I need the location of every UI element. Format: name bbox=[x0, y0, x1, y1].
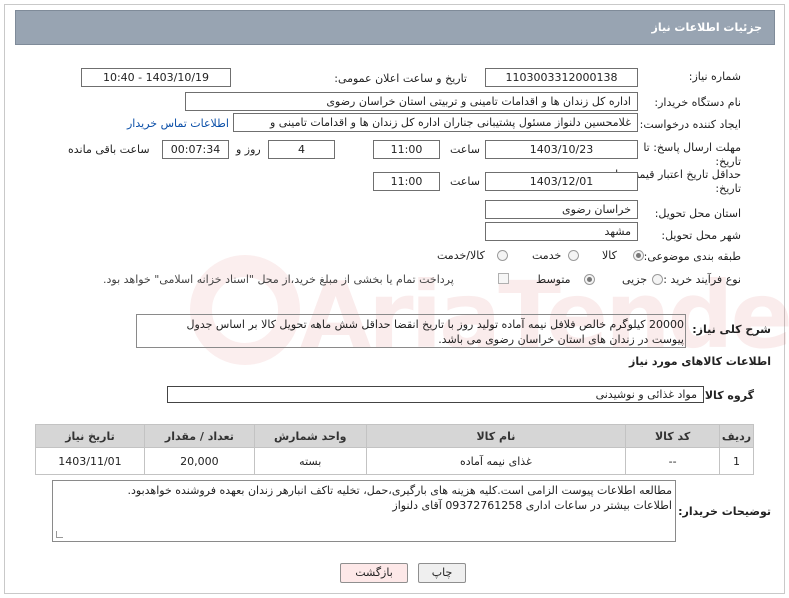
remaining-time-label: ساعت باقی مانده bbox=[68, 143, 150, 156]
goods-group-field: مواد غذائی و نوشیدنی bbox=[167, 386, 704, 403]
delivery-city-label: شهر محل تحویل: bbox=[661, 229, 741, 242]
back-button[interactable]: بازگشت bbox=[340, 563, 408, 583]
need-number-label: شماره نیاز: bbox=[688, 70, 741, 83]
table-row: 1 -- غذای نیمه آماده بسته 20,000 1403/11… bbox=[35, 447, 754, 475]
buyer-org-field[interactable]: اداره کل زندان ها و اقدامات تامینی و ترب… bbox=[185, 92, 638, 111]
days-label: روز و bbox=[236, 143, 261, 156]
column-header-item-code: کد کالا bbox=[625, 424, 721, 448]
buyer-contact-link[interactable]: اطلاعات تماس خریدار bbox=[127, 117, 229, 130]
buyer-org-label: نام دستگاه خریدار: bbox=[654, 96, 741, 109]
watermark-logo-icon bbox=[190, 255, 300, 365]
reply-deadline-time-label: ساعت bbox=[450, 143, 480, 156]
buyer-notes-line-2: اطلاعات بیشتر در ساعات اداری 09372761258… bbox=[392, 499, 672, 512]
goods-section-title: اطلاعات کالاهای مورد نیاز bbox=[629, 355, 771, 368]
delivery-city-field[interactable]: مشهد bbox=[485, 222, 638, 241]
cell-unit: بسته bbox=[253, 447, 367, 475]
cell-item-code: -- bbox=[625, 447, 721, 475]
reply-deadline-days-field[interactable]: 4 bbox=[268, 140, 335, 159]
column-header-unit: واحد شمارش bbox=[253, 424, 367, 448]
category-radio-goods-service[interactable] bbox=[497, 250, 508, 261]
buyer-notes-line-1: مطالعه اطلاعات پیوست الزامی است.کلیه هزی… bbox=[127, 484, 672, 497]
description-line-1: 20000 کیلوگرم خالص فلافل نیمه آماده تولی… bbox=[186, 318, 684, 331]
description-label: شرح کلی نیاز: bbox=[692, 323, 771, 336]
goods-table: ردیف کد کالا نام کالا واحد شمارش تعداد /… bbox=[35, 424, 754, 475]
page-header: جزئیات اطلاعات نیاز bbox=[15, 10, 775, 45]
reply-deadline-date-field[interactable]: 1403/10/23 bbox=[485, 140, 638, 159]
column-header-item-name: نام کالا bbox=[365, 424, 627, 448]
cell-need-date: 1403/11/01 bbox=[35, 447, 145, 475]
cell-row-number: 1 bbox=[719, 447, 754, 475]
requester-label: ایجاد کننده درخواست: bbox=[639, 118, 741, 131]
purchase-type-radio-minor[interactable] bbox=[652, 274, 663, 285]
column-header-need-date: تاریخ نیاز bbox=[35, 424, 145, 448]
goods-table-header-row: ردیف کد کالا نام کالا واحد شمارش تعداد /… bbox=[35, 424, 754, 448]
page-title: جزئیات اطلاعات نیاز bbox=[651, 21, 763, 34]
payment-note-text: پرداخت تمام یا بخشی از مبلغ خرید،از محل … bbox=[103, 273, 454, 286]
category-radio-service[interactable] bbox=[568, 250, 579, 261]
purchase-type-radio-medium[interactable] bbox=[584, 274, 595, 285]
purchase-type-option-minor: جزیی bbox=[622, 273, 648, 286]
cell-quantity: 20,000 bbox=[143, 447, 255, 475]
category-option-goods: کالا bbox=[602, 249, 617, 262]
price-validity-time-field[interactable]: 11:00 bbox=[373, 172, 440, 191]
reply-deadline-label: مهلت ارسال پاسخ: تا bbox=[643, 141, 741, 154]
column-header-row-number: ردیف bbox=[719, 424, 754, 448]
column-header-quantity: تعداد / مقدار bbox=[143, 424, 255, 448]
purchase-type-label: نوع فرآیند خرید : bbox=[663, 273, 741, 286]
reply-deadline-label-date: تاریخ: bbox=[715, 155, 741, 168]
price-validity-label-date: تاریخ: bbox=[715, 182, 741, 195]
category-option-service: خدمت bbox=[532, 249, 562, 262]
delivery-province-label: استان محل تحویل: bbox=[654, 207, 741, 220]
requester-field[interactable]: غلامحسین دلنواز مسئول پشتیبانی جناران اد… bbox=[233, 113, 638, 132]
price-validity-date-field[interactable]: 1403/12/01 bbox=[485, 172, 638, 191]
purchase-type-option-medium: متوسط bbox=[536, 273, 571, 286]
reply-deadline-time-field[interactable]: 11:00 bbox=[373, 140, 440, 159]
category-option-goods-service: کالا/خدمت bbox=[437, 249, 485, 262]
goods-group-label: گروه کالا: bbox=[700, 389, 754, 402]
announce-date-field[interactable]: 1403/10/19 - 10:40 bbox=[81, 68, 231, 87]
price-validity-time-label: ساعت bbox=[450, 175, 480, 188]
description-line-2: پیوست در زندان های استان خراسان رضوی می … bbox=[438, 333, 684, 346]
category-label: طبقه بندی موضوعی: bbox=[643, 250, 741, 263]
buyer-notes-label: توضیحات خریدار: bbox=[678, 505, 771, 518]
textarea-resize-handle-icon[interactable] bbox=[56, 531, 63, 538]
remaining-time-field: 00:07:34 bbox=[162, 140, 229, 159]
need-number-field[interactable]: 1103003312000138 bbox=[485, 68, 638, 87]
announce-date-label: تاریخ و ساعت اعلان عمومی: bbox=[334, 72, 467, 85]
print-button[interactable]: چاپ bbox=[418, 563, 466, 583]
delivery-province-field[interactable]: خراسان رضوی bbox=[485, 200, 638, 219]
goods-table-wrapper: ردیف کد کالا نام کالا واحد شمارش تعداد /… bbox=[35, 424, 754, 475]
category-radio-goods[interactable] bbox=[633, 250, 644, 261]
payment-note-checkbox[interactable] bbox=[498, 273, 509, 284]
cell-item-name: غذای نیمه آماده bbox=[365, 447, 627, 475]
